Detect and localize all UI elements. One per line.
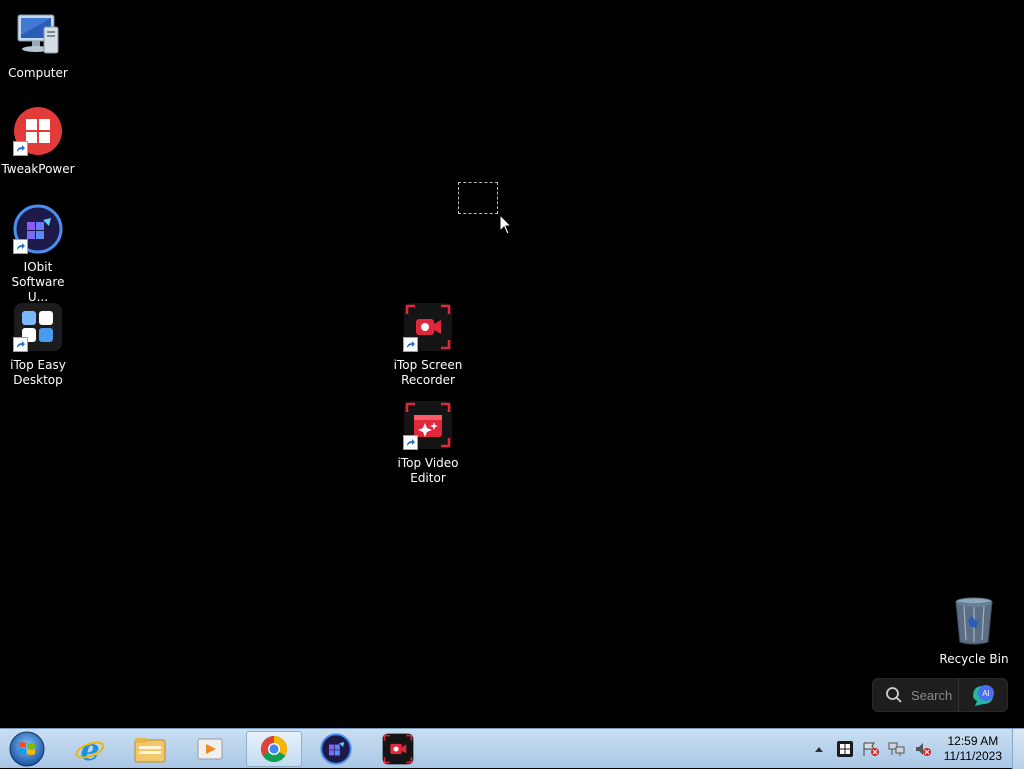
shortcut-arrow-icon xyxy=(13,337,28,352)
desktop-icon-label: Recycle Bin xyxy=(939,652,1009,666)
tweakpower-icon xyxy=(13,106,63,156)
clock-time: 12:59 AM xyxy=(947,734,999,748)
itop-easy-desktop-icon xyxy=(13,302,63,352)
file-explorer-icon xyxy=(134,738,166,763)
desktop-icon-tweakpower[interactable]: TweakPower xyxy=(0,106,76,177)
show-hidden-icons-arrow-icon[interactable] xyxy=(810,740,828,758)
desktop-icon-label: IObit Software U... xyxy=(11,260,65,304)
itop-video-editor-icon xyxy=(403,400,453,450)
mouse-cursor-icon xyxy=(499,213,513,236)
taskbar: e 12:59 AM 11/11/2023 xyxy=(0,728,1024,769)
iobit-software-updater-icon xyxy=(13,204,63,254)
action-center-flag-icon[interactable] xyxy=(862,740,880,758)
desktop-icon-itop-video-editor[interactable]: iTop Video Editor xyxy=(390,400,466,486)
chrome-icon xyxy=(260,735,288,763)
taskbar-chrome[interactable] xyxy=(246,731,302,767)
itop-easy-desktop-tray-icon[interactable] xyxy=(836,740,854,758)
taskbar-file-explorer[interactable] xyxy=(122,731,178,767)
recycle-bin-icon xyxy=(949,596,999,646)
desktop-icon-itop-screen-recorder[interactable]: iTop Screen Recorder xyxy=(390,302,466,388)
clock[interactable]: 12:59 AM 11/11/2023 xyxy=(944,734,1002,764)
itop-screen-recorder-icon xyxy=(403,302,453,352)
ai-assistant-icon: AI xyxy=(973,685,994,706)
desktop-icon-label: Computer xyxy=(8,66,68,80)
internet-explorer-icon: e xyxy=(75,733,105,765)
taskbar-itop-screen-recorder[interactable] xyxy=(370,731,426,767)
shortcut-arrow-icon xyxy=(403,337,418,352)
taskbar-internet-explorer[interactable]: e xyxy=(62,731,118,767)
clock-date: 11/11/2023 xyxy=(943,749,1002,763)
desktop[interactable]: Computer TweakPower IObit Software U... … xyxy=(0,0,1024,728)
ai-assistant-button[interactable]: AI xyxy=(958,679,1007,711)
search-placeholder[interactable]: Search xyxy=(911,688,952,703)
media-player-icon xyxy=(197,738,223,760)
computer-icon xyxy=(13,10,63,60)
shortcut-arrow-icon xyxy=(13,239,28,254)
desktop-icon-recycle-bin[interactable]: Recycle Bin xyxy=(936,596,1012,667)
desktop-icon-computer[interactable]: Computer xyxy=(0,10,76,81)
windows-start-icon xyxy=(9,731,45,767)
desktop-icon-label: iTop Video Editor xyxy=(397,456,459,485)
desktop-icon-iobit-software-updater[interactable]: IObit Software U... xyxy=(0,204,76,305)
itop-screen-recorder-icon xyxy=(382,733,414,765)
show-desktop-button[interactable] xyxy=(1012,729,1024,769)
search-widget[interactable]: Search AI xyxy=(872,678,1008,712)
network-icon[interactable] xyxy=(888,740,906,758)
system-tray: 12:59 AM 11/11/2023 xyxy=(806,729,1024,769)
search-icon xyxy=(885,686,903,704)
selection-rectangle xyxy=(458,182,498,214)
desktop-icon-label: iTop Easy Desktop xyxy=(10,358,66,387)
start-button[interactable] xyxy=(4,730,50,768)
shortcut-arrow-icon xyxy=(13,141,28,156)
desktop-icon-label: TweakPower xyxy=(1,162,75,176)
desktop-icon-label: iTop Screen Recorder xyxy=(393,358,463,387)
ai-label: AI xyxy=(982,689,990,698)
iobit-software-updater-icon xyxy=(320,733,352,765)
taskbar-iobit-software-updater[interactable] xyxy=(308,731,364,767)
desktop-icon-itop-easy-desktop[interactable]: iTop Easy Desktop xyxy=(0,302,76,388)
volume-muted-icon[interactable] xyxy=(914,740,932,758)
taskbar-media-player[interactable] xyxy=(182,731,238,767)
svg-text:e: e xyxy=(80,733,99,765)
shortcut-arrow-icon xyxy=(403,435,418,450)
